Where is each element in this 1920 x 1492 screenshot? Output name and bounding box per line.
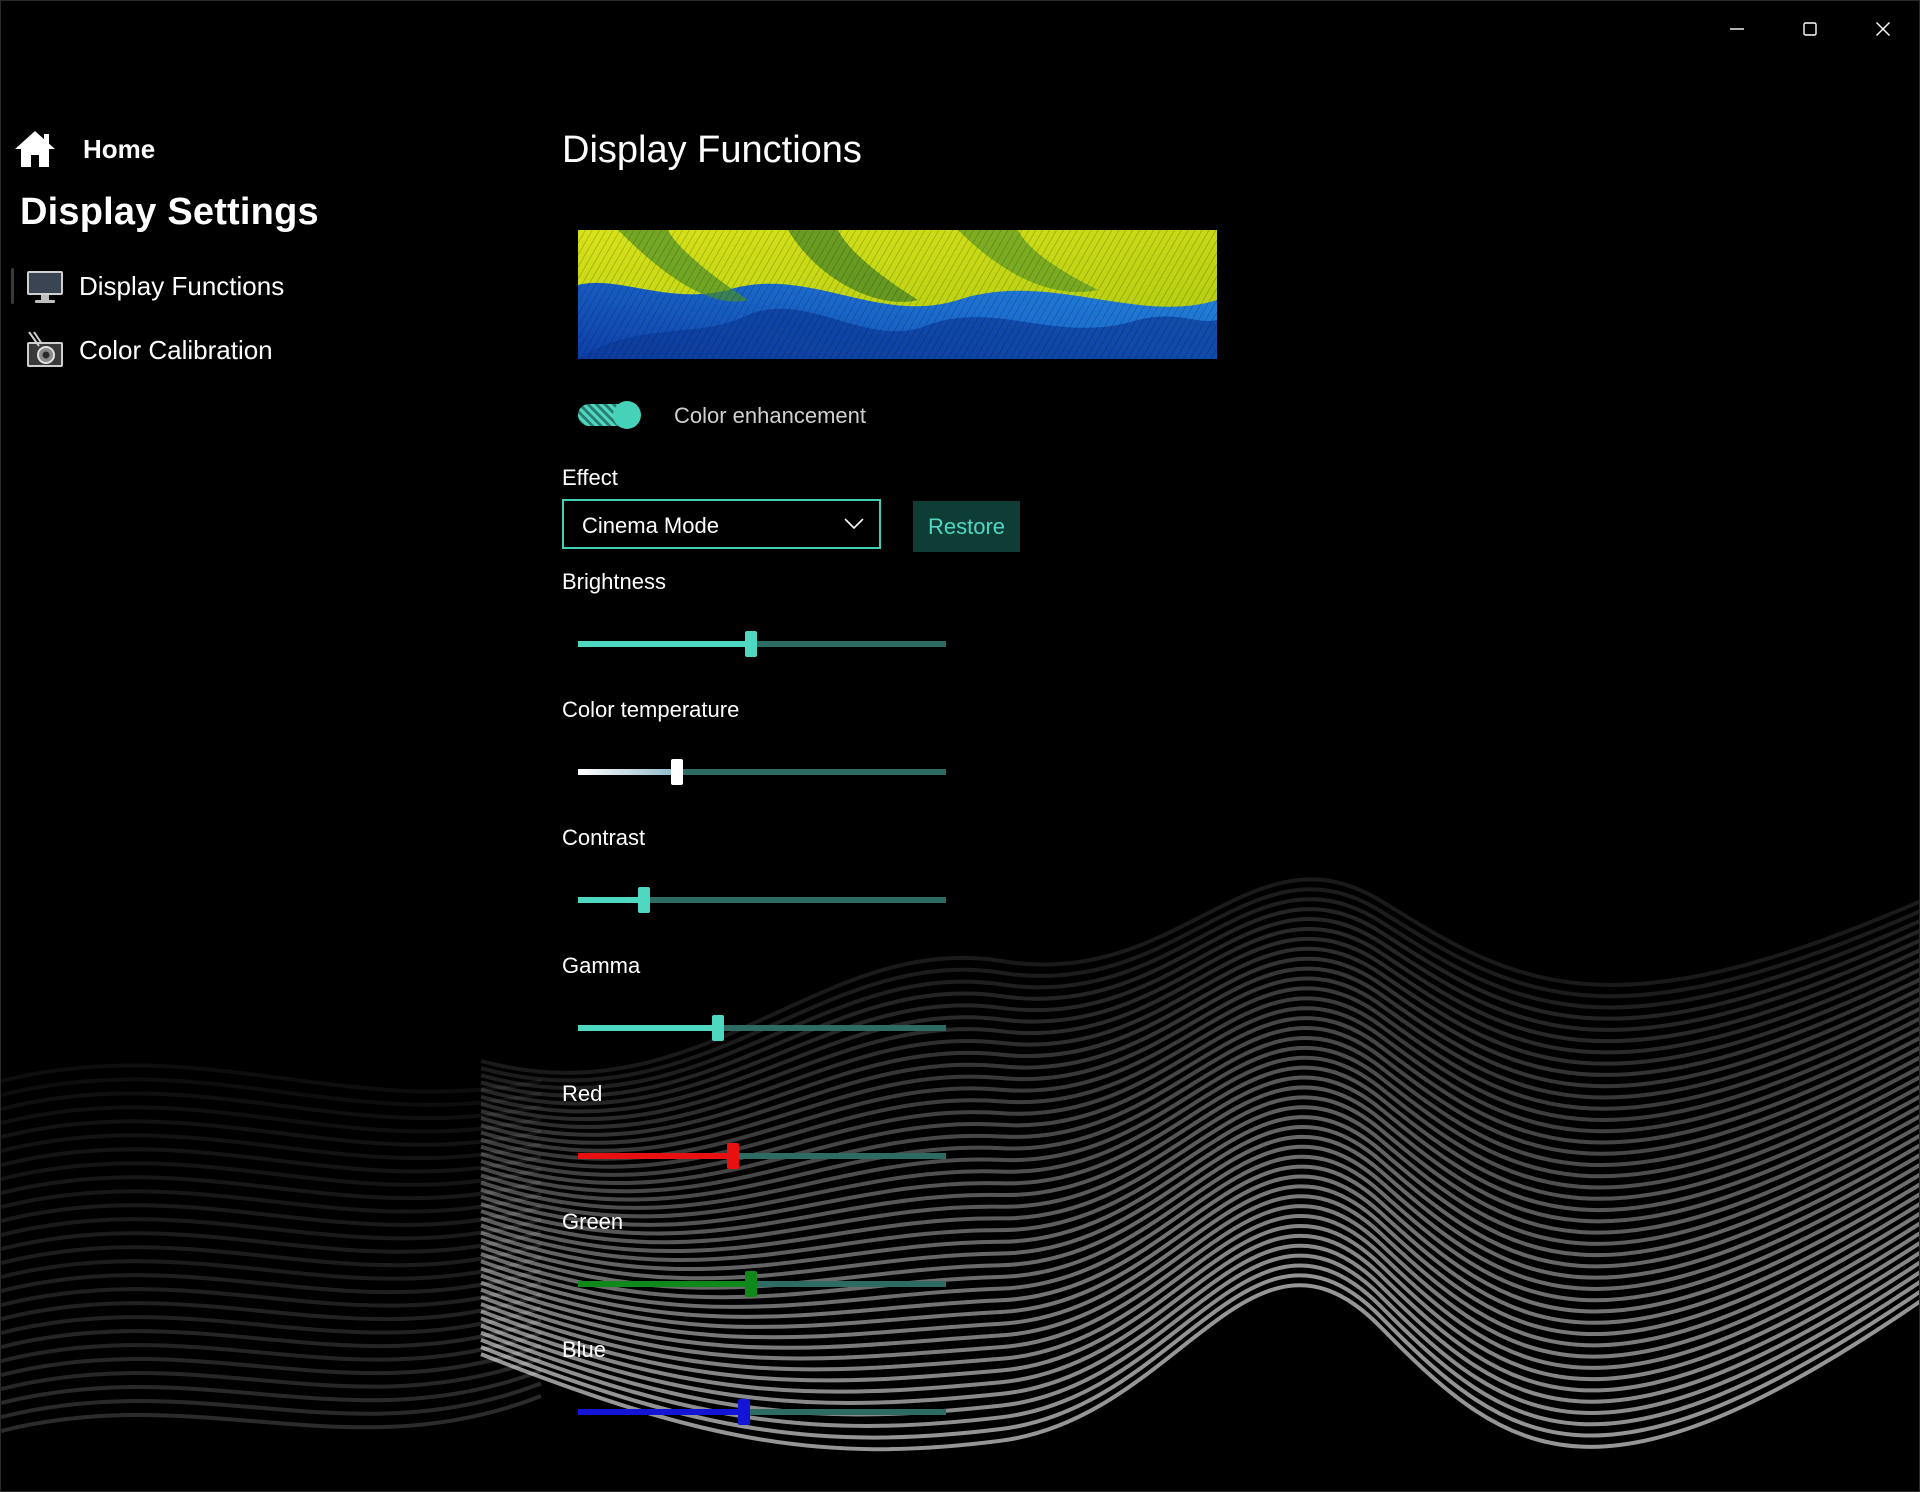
- green-slider[interactable]: [578, 1271, 946, 1297]
- selected-indicator: [11, 268, 14, 304]
- slider-thumb[interactable]: [744, 631, 757, 657]
- close-icon: [1876, 22, 1890, 36]
- home-icon: [15, 131, 55, 167]
- restore-button[interactable]: Restore: [913, 501, 1020, 552]
- slider-label: Color temperature: [562, 697, 740, 722]
- gamma-slider[interactable]: [578, 1015, 946, 1041]
- close-button[interactable]: [1855, 9, 1911, 49]
- sidebar-item-label: Color Calibration: [79, 335, 273, 365]
- maximize-icon: [1803, 22, 1817, 36]
- effect-dropdown[interactable]: Cinema Mode: [562, 499, 881, 549]
- slider-thumb[interactable]: [671, 759, 684, 785]
- home-label: Home: [83, 133, 156, 164]
- color-enhancement-label: Color enhancement: [674, 403, 867, 428]
- maximize-button[interactable]: [1782, 9, 1838, 49]
- sidebar-item-color-calibration[interactable]: Color Calibration: [11, 322, 481, 378]
- color-temperature-slider[interactable]: [578, 759, 946, 785]
- effect-selected-value: Cinema Mode: [582, 513, 719, 538]
- red-slider[interactable]: [578, 1143, 946, 1169]
- slider-fill: [578, 641, 751, 647]
- slider-fill: [578, 1025, 718, 1031]
- minimize-button[interactable]: [1709, 9, 1765, 49]
- minimize-icon: [1730, 28, 1744, 30]
- app-window: Home Display Settings Display Functions …: [0, 0, 1920, 1492]
- slider-label: Contrast: [562, 825, 646, 850]
- slider-thumb[interactable]: [726, 1143, 739, 1169]
- home-button[interactable]: Home: [13, 127, 155, 171]
- toggle-knob: [613, 401, 641, 429]
- slider-fill: [578, 1409, 744, 1415]
- brightness-slider[interactable]: [578, 631, 946, 657]
- feathers-image: [578, 230, 1217, 359]
- page-title: Display Functions: [562, 129, 862, 171]
- slider-label: Gamma: [562, 953, 641, 978]
- slider-label: Blue: [562, 1337, 607, 1362]
- slider-label: Brightness: [562, 569, 666, 594]
- sidebar-item-label: Display Functions: [79, 271, 285, 301]
- slider-fill: [578, 1153, 733, 1159]
- slider-fill: [578, 897, 645, 903]
- slider-fill: [578, 1281, 751, 1287]
- effect-label: Effect: [562, 465, 618, 490]
- monitor-icon: [27, 271, 63, 303]
- slider-thumb[interactable]: [744, 1271, 757, 1297]
- slider-label: Green: [562, 1209, 624, 1234]
- blue-slider[interactable]: [578, 1399, 946, 1425]
- sidebar-item-display-functions[interactable]: Display Functions: [11, 258, 481, 314]
- calibration-icon: [27, 331, 63, 367]
- slider-fill: [578, 769, 678, 775]
- sidebar-title: Display Settings: [20, 191, 319, 233]
- slider-label: Red: [562, 1081, 603, 1106]
- chevron-down-icon: [844, 518, 864, 530]
- slider-thumb[interactable]: [638, 887, 651, 913]
- contrast-slider[interactable]: [578, 887, 946, 913]
- slider-thumb[interactable]: [737, 1399, 750, 1425]
- color-enhancement-toggle[interactable]: [578, 401, 642, 429]
- slider-thumb[interactable]: [711, 1015, 724, 1041]
